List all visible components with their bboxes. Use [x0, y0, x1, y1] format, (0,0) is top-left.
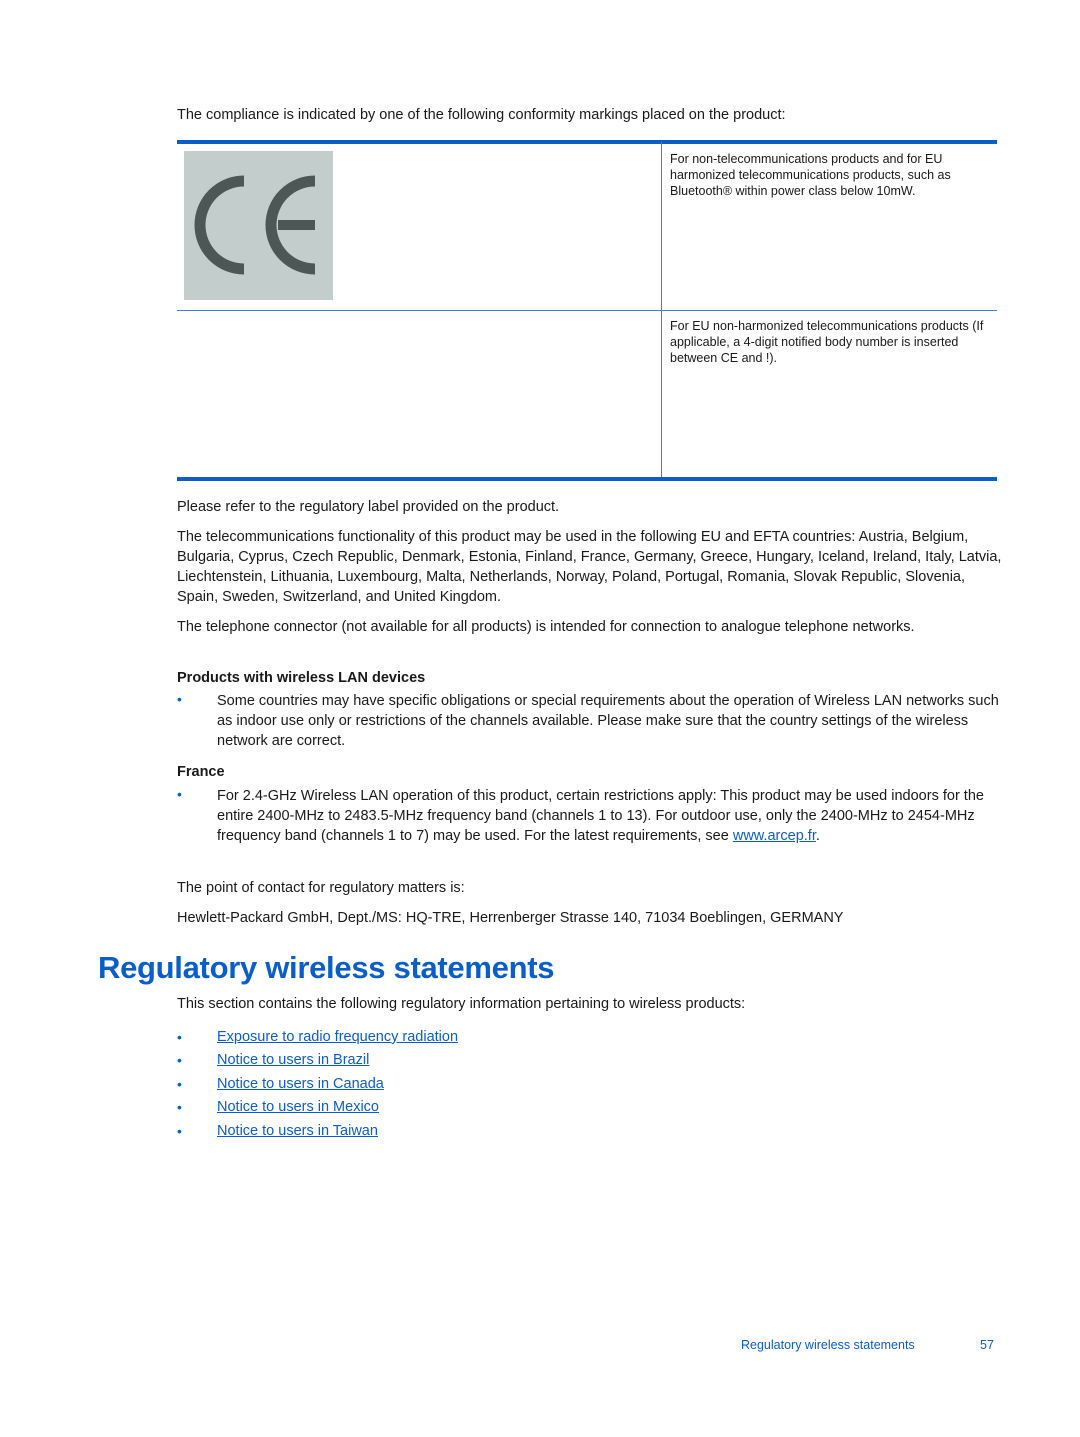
- arcep-link[interactable]: www.arcep.fr: [733, 828, 816, 844]
- intro-paragraph: The compliance is indicated by one of th…: [177, 107, 786, 123]
- table-row-divider: [177, 310, 997, 311]
- table-top-rule: [177, 140, 997, 144]
- ce-mark-icon: [194, 175, 316, 275]
- list-item: • Notice to users in Taiwan: [177, 1119, 458, 1143]
- list-item: • Exposure to radio frequency radiation: [177, 1025, 458, 1049]
- table-row-1-description: For non-telecommunications products and …: [670, 152, 951, 198]
- conformity-markings-table: For non-telecommunications products and …: [177, 140, 997, 481]
- france-bullet-text: For 2.4-GHz Wireless LAN operation of th…: [217, 786, 1007, 846]
- table-row-2-description: For EU non-harmonized telecommunications…: [670, 319, 984, 365]
- link-notice-taiwan[interactable]: Notice to users in Taiwan: [217, 1123, 378, 1139]
- link-notice-canada[interactable]: Notice to users in Canada: [217, 1076, 384, 1092]
- list-item: • Notice to users in Canada: [177, 1072, 458, 1096]
- bullet-icon: •: [177, 1075, 182, 1092]
- contact-label: The point of contact for regulatory matt…: [177, 880, 465, 896]
- footer-section-title: Regulatory wireless statements: [741, 1338, 915, 1352]
- contact-address: Hewlett-Packard GmbH, Dept./MS: HQ-TRE, …: [177, 910, 844, 926]
- section-title: Regulatory wireless statements: [98, 950, 555, 985]
- refer-label-paragraph: Please refer to the regulatory label pro…: [177, 499, 560, 515]
- table-bottom-rule: [177, 477, 997, 481]
- ce-mark-image: [184, 151, 333, 300]
- wireless-lan-bullet-text: Some countries may have specific obligat…: [217, 693, 999, 749]
- france-bullet-prefix: For 2.4-GHz Wireless LAN operation of th…: [217, 788, 984, 844]
- link-exposure-rf-radiation[interactable]: Exposure to radio frequency radiation: [217, 1029, 458, 1045]
- bullet-icon: •: [177, 1028, 182, 1045]
- wireless-lan-bullet: • Some countries may have specific oblig…: [177, 691, 1007, 751]
- telephone-paragraph: The telephone connector (not available f…: [177, 619, 915, 635]
- bullet-icon: •: [177, 691, 182, 707]
- bullet-icon: •: [177, 786, 182, 802]
- link-notice-brazil[interactable]: Notice to users in Brazil: [217, 1052, 369, 1068]
- bullet-icon: •: [177, 1122, 182, 1139]
- list-item: • Notice to users in Brazil: [177, 1049, 458, 1073]
- france-bullet: • For 2.4-GHz Wireless LAN operation of …: [177, 786, 1007, 846]
- list-item: • Notice to users in Mexico: [177, 1096, 458, 1120]
- section-intro: This section contains the following regu…: [177, 996, 746, 1012]
- footer-page-number: 57: [980, 1338, 994, 1352]
- link-notice-mexico[interactable]: Notice to users in Mexico: [217, 1099, 379, 1115]
- bullet-icon: •: [177, 1099, 182, 1116]
- section-link-list: • Exposure to radio frequency radiation …: [177, 1025, 458, 1143]
- france-bullet-suffix: .: [815, 828, 820, 844]
- wireless-lan-heading: Products with wireless LAN devices: [177, 670, 426, 686]
- france-heading: France: [177, 764, 225, 780]
- bullet-icon: •: [177, 1052, 182, 1069]
- countries-paragraph: The telecommunications functionality of …: [177, 529, 1002, 605]
